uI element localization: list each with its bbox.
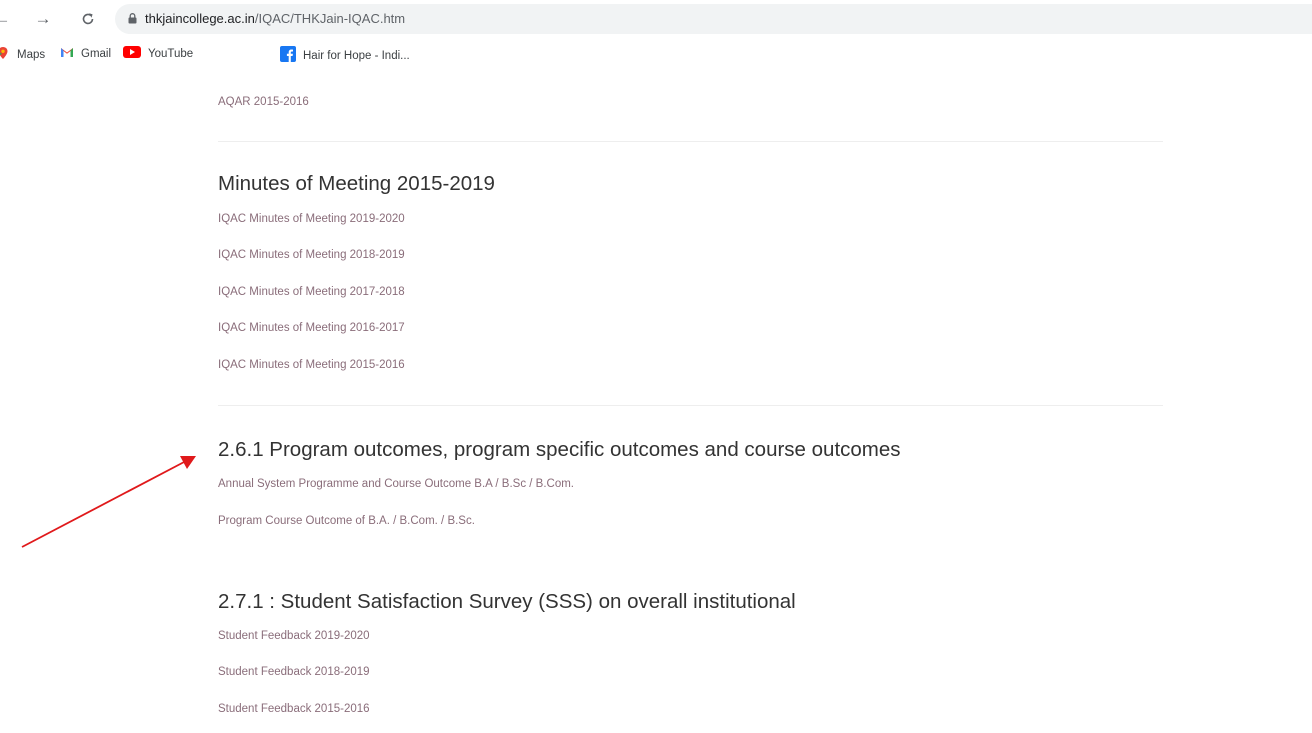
address-bar[interactable]: thkjaincollege.ac.in/IQAC/THKJain-IQAC.h… — [115, 4, 1312, 34]
section-heading-sss: 2.7.1 : Student Satisfaction Survey (SSS… — [218, 590, 796, 613]
section-heading-outcomes: 2.6.1 Program outcomes, program specific… — [218, 438, 901, 461]
section-divider — [218, 405, 1163, 406]
bookmark-maps[interactable]: Maps — [0, 46, 45, 63]
minutes-link[interactable]: IQAC Minutes of Meeting 2017-2018 — [218, 286, 405, 298]
feedback-link[interactable]: Student Feedback 2019-2020 — [218, 630, 370, 642]
minutes-link[interactable]: IQAC Minutes of Meeting 2015-2016 — [218, 359, 405, 371]
bookmarks-bar: Maps Gmail YouTube Hair for Hope - Indi.… — [0, 38, 1312, 68]
feedback-link[interactable]: Student Feedback 2018-2019 — [218, 666, 370, 678]
minutes-link[interactable]: IQAC Minutes of Meeting 2016-2017 — [218, 322, 405, 334]
bookmark-label: Maps — [17, 48, 46, 61]
minutes-link[interactable]: IQAC Minutes of Meeting 2019-2020 — [218, 213, 405, 225]
section-heading-minutes: Minutes of Meeting 2015-2019 — [218, 172, 495, 195]
bookmark-label: Hair for Hope - Indi... — [303, 49, 410, 62]
url-host: thkjaincollege.ac.in — [145, 11, 255, 26]
forward-arrow-icon[interactable]: → — [30, 6, 56, 32]
outcome-link[interactable]: Annual System Programme and Course Outco… — [218, 478, 574, 490]
feedback-link[interactable]: Student Feedback 2015-2016 — [218, 703, 370, 715]
url-path: /IQAC/THKJain-IQAC.htm — [254, 11, 406, 26]
annotation-arrow-icon — [21, 456, 196, 548]
section-divider — [218, 141, 1163, 142]
gmail-icon — [60, 46, 74, 61]
browser-toolbar: ← → thkjaincollege.ac.in/IQAC/THKJain-IQ… — [0, 0, 1312, 38]
bookmark-label: Gmail — [81, 47, 112, 60]
youtube-icon — [123, 46, 141, 61]
back-arrow-icon[interactable]: ← — [0, 6, 15, 32]
aqar-2015-2016-link[interactable]: AQAR 2015-2016 — [218, 96, 309, 108]
minutes-link[interactable]: IQAC Minutes of Meeting 2018-2019 — [218, 249, 405, 261]
bookmark-youtube[interactable]: YouTube — [123, 46, 193, 61]
outcome-link[interactable]: Program Course Outcome of B.A. / B.Com. … — [218, 515, 475, 527]
reload-icon[interactable] — [75, 6, 101, 32]
url-text: thkjaincollege.ac.in/IQAC/THKJain-IQAC.h… — [145, 11, 405, 26]
bookmark-hair-for-hope[interactable]: Hair for Hope - Indi... — [280, 46, 410, 65]
lock-icon — [128, 13, 137, 24]
maps-icon — [0, 46, 10, 63]
bookmark-label: YouTube — [148, 47, 194, 60]
bookmark-gmail[interactable]: Gmail — [60, 46, 111, 61]
facebook-icon — [280, 46, 296, 65]
